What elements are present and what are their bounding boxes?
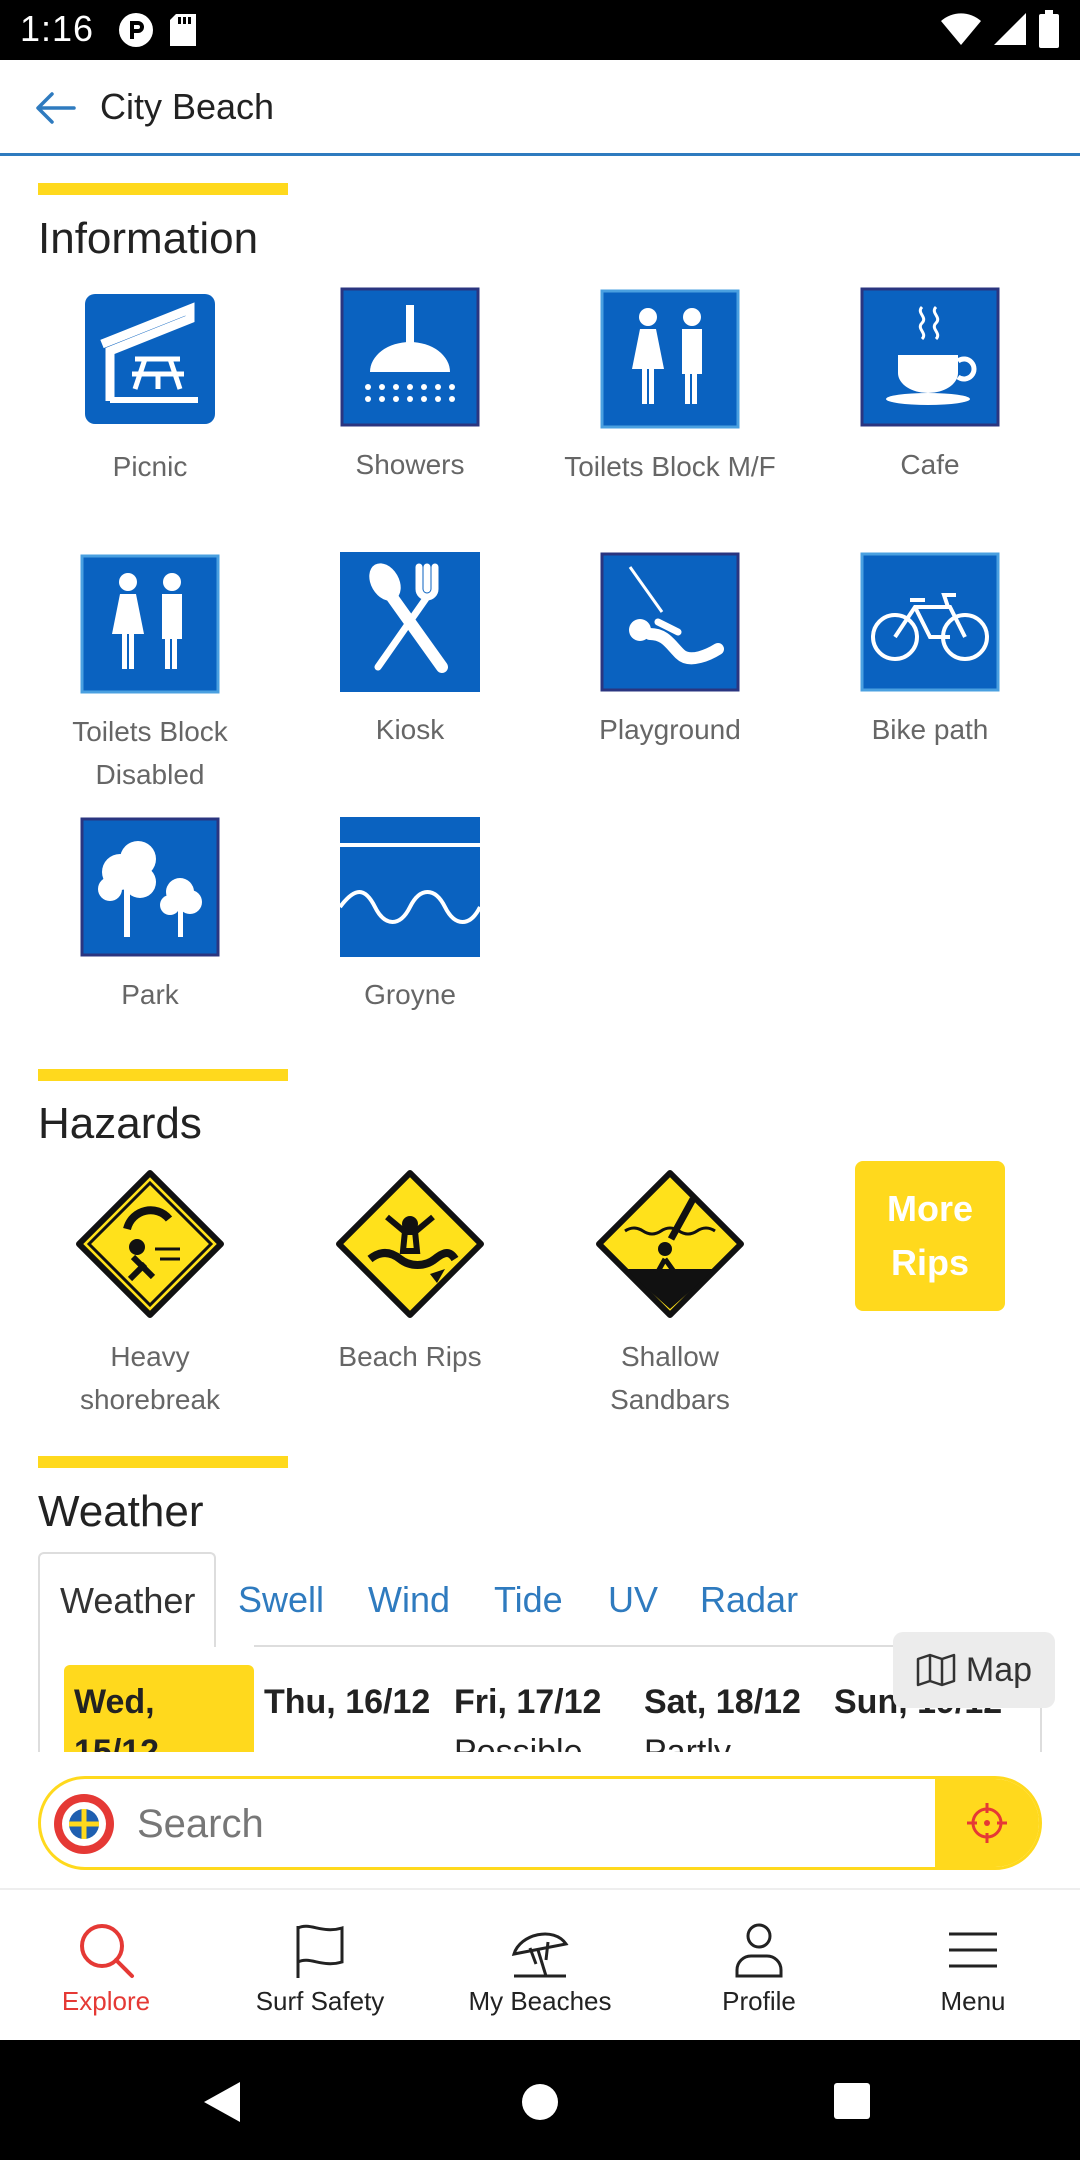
toilets-disabled-icon [80, 554, 220, 694]
hazard-label: Heavy shorebreak [79, 1341, 221, 1415]
kiosk-icon [340, 552, 480, 692]
beach-details-scroll[interactable]: Information Picnic Showers Toilets Block… [0, 159, 1080, 1751]
nav-label: Profile [722, 1986, 796, 2016]
user-icon [735, 1923, 783, 1978]
info-item-groyne[interactable]: Groyne [300, 817, 520, 1016]
info-item-toilets-mf[interactable]: Toilets Block M/F [560, 289, 780, 488]
battery-icon [1039, 10, 1059, 48]
map-button[interactable]: Map [893, 1632, 1055, 1708]
info-item-kiosk[interactable]: Kiosk [300, 552, 520, 751]
bottom-navigation: Explore Surf Safety My Beaches Profile M… [0, 1890, 1080, 2040]
status-bar: 1:16 [0, 0, 1080, 60]
info-label: Picnic [112, 451, 188, 482]
groyne-icon [340, 817, 480, 957]
map-icon [916, 1653, 956, 1687]
info-item-showers[interactable]: Showers [300, 287, 520, 486]
tab-swell[interactable]: Swell [238, 1552, 324, 1647]
info-label: Park [121, 979, 179, 1010]
app-notification-icon [119, 13, 153, 47]
tab-tide[interactable]: Tide [494, 1552, 563, 1647]
forecast-day[interactable]: Wed, 15/12 [64, 1665, 254, 1752]
signal-icon [994, 13, 1026, 45]
back-arrow-icon[interactable] [30, 82, 82, 134]
hazard-item-sandbars[interactable]: Shallow Sandbars [560, 1169, 780, 1421]
nav-label: Explore [61, 1986, 151, 2016]
rip-hazard-icon [336, 1170, 484, 1318]
nav-label: My Beaches [468, 1986, 612, 2016]
forecast-day[interactable]: Fri, 17/12 Possible [444, 1665, 644, 1752]
info-label: Cafe [900, 449, 960, 480]
hazard-label: Shallow Sandbars [610, 1341, 730, 1415]
app-header: City Beach [0, 60, 1080, 156]
hazard-item-rips[interactable]: Beach Rips [300, 1169, 520, 1378]
weather-accent-bar [38, 1456, 288, 1468]
toilets-icon [600, 289, 740, 429]
sandbar-hazard-icon [596, 1170, 744, 1318]
info-label: Kiosk [375, 714, 445, 745]
nav-my-beaches[interactable]: My Beaches [440, 1920, 640, 2017]
more-rips-label: More Rips [886, 1188, 973, 1283]
info-label: Playground [599, 714, 741, 745]
nav-profile[interactable]: Profile [659, 1920, 859, 2017]
info-item-toilets-disabled[interactable]: Toilets Block Disabled [40, 554, 260, 796]
wifi-icon [941, 13, 981, 45]
hazards-accent-bar [38, 1069, 288, 1081]
forecast-day[interactable]: Sat, 18/12 Partly [634, 1665, 834, 1752]
info-item-picnic[interactable]: Picnic [40, 289, 260, 488]
info-label: Toilets Block Disabled [72, 716, 228, 790]
info-label: Groyne [364, 979, 456, 1010]
nav-menu[interactable]: Menu [873, 1920, 1073, 2017]
hazard-item-shorebreak[interactable]: Heavy shorebreak [40, 1169, 260, 1421]
tab-wind[interactable]: Wind [368, 1552, 450, 1647]
information-accent-bar [38, 183, 288, 195]
forecast-day[interactable]: Thu, 16/12 [254, 1665, 444, 1752]
forecast-strip[interactable]: Wed, 15/12 Thu, 16/12 Fri, 17/12 Possible… [38, 1647, 1042, 1752]
tab-uv[interactable]: UV [608, 1552, 658, 1647]
info-item-park[interactable]: Park [40, 817, 260, 1016]
system-navigation-bar [0, 2040, 1080, 2160]
info-label: Bike path [871, 714, 989, 745]
crosshair-icon [967, 1803, 1007, 1843]
tab-radar[interactable]: Radar [700, 1552, 798, 1647]
surf-life-saving-logo [54, 1794, 114, 1854]
bike-icon [860, 552, 1000, 692]
nav-surf-safety[interactable]: Surf Safety [220, 1920, 420, 2017]
park-icon [80, 817, 220, 957]
shower-icon [340, 287, 480, 427]
map-label: Map [965, 1650, 1033, 1689]
info-label: Showers [355, 449, 465, 480]
page-title: City Beach [100, 86, 275, 127]
system-back-icon[interactable] [200, 2080, 244, 2124]
system-recents-icon[interactable] [833, 2082, 871, 2120]
playground-icon [600, 552, 740, 692]
system-home-icon[interactable] [520, 2082, 560, 2122]
search-bar [38, 1776, 1042, 1870]
hazard-label: Beach Rips [338, 1341, 482, 1372]
more-rips-button[interactable]: More Rips [855, 1161, 1005, 1311]
hazards-title: Hazards [38, 1099, 202, 1148]
sd-card-icon [170, 14, 196, 46]
cafe-icon [860, 287, 1000, 427]
beach-umbrella-icon [511, 1932, 569, 1978]
search-input[interactable] [137, 1789, 857, 1859]
info-label: Toilets Block M/F [564, 451, 776, 482]
locate-button[interactable] [935, 1779, 1039, 1867]
info-item-bike-path[interactable]: Bike path [820, 552, 1040, 751]
information-title: Information [38, 214, 259, 263]
hamburger-menu-icon [949, 1932, 997, 1968]
picnic-icon [85, 294, 215, 424]
weather-title: Weather [38, 1487, 204, 1536]
tab-weather[interactable]: Weather [38, 1552, 216, 1647]
status-time: 1:16 [20, 8, 95, 49]
nav-label: Surf Safety [255, 1986, 385, 2016]
nav-explore[interactable]: Explore [6, 1920, 206, 2017]
info-item-cafe[interactable]: Cafe [820, 287, 1040, 486]
flag-icon [296, 1924, 344, 1978]
search-icon [80, 1924, 134, 1978]
info-item-playground[interactable]: Playground [560, 552, 780, 751]
weather-tabs: Weather Swell Wind Tide UV Radar [38, 1552, 1042, 1647]
nav-label: Menu [940, 1986, 1006, 2016]
shorebreak-hazard-icon [76, 1170, 224, 1318]
